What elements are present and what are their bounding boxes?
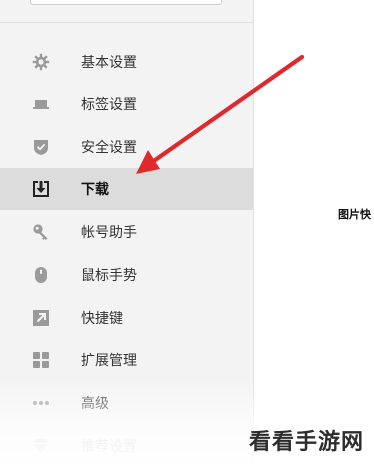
sidebar-item-label: 高级 bbox=[81, 396, 109, 412]
watermark-text: 看看手游网 bbox=[248, 430, 364, 455]
sidebar-item-label: 基本设置 bbox=[81, 55, 137, 71]
sidebar-item-recommended-settings[interactable]: 推荐设置 bbox=[0, 425, 253, 467]
shield-icon bbox=[32, 138, 50, 156]
sidebar-item-download[interactable]: 下载 bbox=[0, 168, 253, 210]
sidebar-item-account-assistant[interactable]: 帐号助手 bbox=[0, 211, 253, 253]
more-dots-icon bbox=[32, 394, 50, 412]
sidebar-item-security-settings[interactable]: 安全设置 bbox=[0, 126, 253, 168]
download-icon bbox=[32, 180, 50, 198]
sidebar-item-label: 帐号助手 bbox=[81, 225, 137, 241]
sidebar-item-label: 推荐设置 bbox=[81, 439, 137, 455]
settings-sidebar: 基本设置 标签设置 安全设置 下载 帐号助手 鼠标手势 快捷键 扩展管理 高级 … bbox=[0, 0, 254, 464]
gear-icon bbox=[32, 53, 50, 71]
diamond-icon bbox=[32, 437, 50, 455]
sidebar-item-mouse-gestures[interactable]: 鼠标手势 bbox=[0, 254, 253, 296]
sidebar-item-label: 安全设置 bbox=[81, 140, 137, 156]
mouse-icon bbox=[32, 266, 50, 284]
sidebar-divider bbox=[0, 22, 253, 23]
key-icon bbox=[32, 223, 50, 241]
sidebar-item-advanced[interactable]: 高级 bbox=[0, 382, 253, 424]
sidebar-item-basic-settings[interactable]: 基本设置 bbox=[0, 41, 253, 83]
sidebar-item-tab-settings[interactable]: 标签设置 bbox=[0, 83, 253, 125]
sidebar-item-label: 快捷键 bbox=[81, 311, 123, 327]
tab-icon bbox=[32, 95, 50, 113]
settings-content-pane: 图片快 bbox=[254, 0, 374, 464]
sidebar-item-extension-management[interactable]: 扩展管理 bbox=[0, 339, 253, 381]
extensions-grid-icon bbox=[32, 351, 50, 369]
shortcut-arrow-icon bbox=[32, 309, 50, 327]
search-input[interactable] bbox=[30, 0, 222, 5]
sidebar-item-label: 鼠标手势 bbox=[81, 268, 137, 284]
sidebar-item-label: 下载 bbox=[81, 182, 109, 198]
sidebar-item-shortcuts[interactable]: 快捷键 bbox=[0, 297, 253, 339]
sidebar-item-label: 扩展管理 bbox=[81, 353, 137, 369]
sidebar-item-label: 标签设置 bbox=[81, 97, 137, 113]
section-heading-partial: 图片快 bbox=[338, 208, 371, 221]
